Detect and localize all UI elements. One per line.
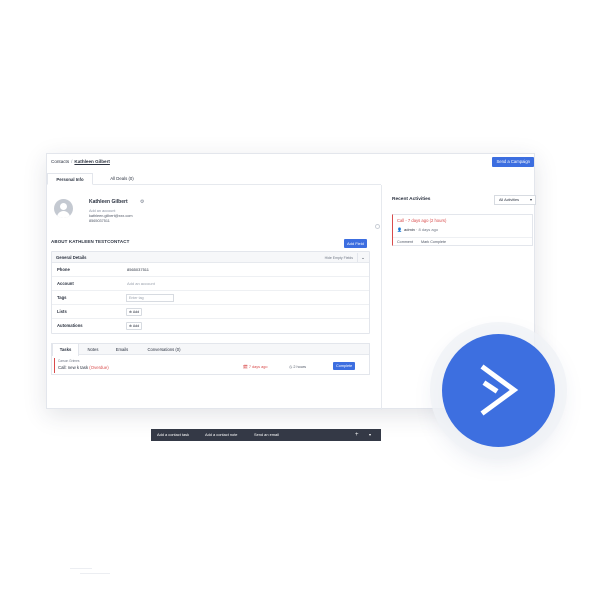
activity-user-name: admin (404, 227, 415, 232)
activity-filter-select[interactable]: All Activities ▾ (494, 195, 536, 205)
add-automation-button[interactable]: ⊕ Add (126, 322, 143, 330)
activity-time: · 8 days ago (416, 227, 439, 232)
field-label: Automations (57, 323, 83, 328)
contact-name: Kathleen Gilbert (89, 199, 128, 205)
mark-complete-action[interactable]: Mark Complete (421, 240, 446, 244)
quick-action-bar: Add a contact task Add a contact note Se… (151, 429, 381, 441)
general-details-title: General Details (56, 255, 87, 260)
tab-tasks[interactable]: Tasks (52, 344, 79, 356)
add-automation-label: Add (132, 324, 140, 328)
task-due: 🗓 7 days ago (243, 364, 267, 369)
hide-empty-fields-toggle[interactable]: Hide Empty Fields (325, 256, 353, 260)
tasks-card: Tasks Notes Emails Conversations (0) Car… (51, 343, 370, 375)
field-label: Tags (57, 295, 67, 300)
breadcrumb-current: Kathleen Gilbert (74, 159, 110, 164)
contact-email[interactable]: kathleen.gilbert@xxx.com (89, 214, 133, 218)
plus-icon[interactable]: + (355, 429, 359, 441)
field-row-phone: Phone 8565037511 (52, 263, 369, 277)
complete-task-button[interactable]: Complete (333, 362, 356, 370)
chevron-down-icon[interactable]: ⌄ (357, 253, 368, 262)
task-duration: ◷ 2 hours (289, 364, 306, 369)
tab-personal-info[interactable]: Personal Info (47, 173, 93, 185)
chevron-down-icon: ▾ (529, 197, 532, 202)
send-email-button[interactable]: Send an email (254, 429, 279, 441)
add-contact-note-button[interactable]: Add a contact note (205, 429, 237, 441)
field-label: Account (57, 281, 74, 286)
add-contact-task-button[interactable]: Add a contact task (157, 429, 189, 441)
tab-conversations[interactable]: Conversations (0) (138, 344, 190, 355)
task-duration-text: 2 hours (293, 365, 307, 369)
left-panel: Kathleen Gilbert ⚙ Add an account kathle… (47, 185, 381, 441)
calendar-icon: 🗓 (243, 365, 248, 369)
user-icon: 👤 (397, 227, 402, 232)
task-title: Call: new k task (Overdue) (58, 365, 109, 370)
breadcrumb-separator: / (71, 159, 73, 164)
clock-icon: ◷ (289, 365, 293, 369)
breadcrumb-contacts-link[interactable]: Contacts (51, 159, 69, 164)
general-details-card: General Details Hide Empty Fields ⌄ Phon… (51, 251, 370, 334)
activity-tabs: Tasks Notes Emails Conversations (0) (52, 344, 369, 356)
task-due-text: 7 days ago (248, 365, 268, 369)
about-section-title: ABOUT KATHLEEN TESTCONTACT (51, 239, 130, 244)
field-label: Phone (57, 267, 70, 272)
task-overdue-badge: (Overdue) (89, 365, 109, 370)
add-list-label: Add (132, 310, 140, 314)
comment-action[interactable]: Comment (397, 240, 413, 244)
tab-all-deals[interactable]: All Deals (0) (99, 173, 145, 185)
field-row-automations: Automations ⊕ Add (52, 319, 369, 333)
contact-phone: 8565037511 (89, 219, 110, 223)
breadcrumb: Contacts / Kathleen Gilbert (51, 159, 110, 164)
gear-icon[interactable]: ⚙ (140, 199, 144, 205)
activecampaign-chevron-icon (442, 334, 555, 447)
field-label: Lists (57, 309, 67, 314)
timeline-dot (375, 224, 380, 229)
add-account-link[interactable]: Add an account (89, 209, 115, 213)
activity-user: admin · 8 days ago (404, 227, 438, 232)
contact-tabs: Personal Info All Deals (0) (47, 173, 381, 185)
phone-value[interactable]: 8565037511 (127, 267, 149, 272)
top-bar: Contacts / Kathleen Gilbert Send a Campaig… (47, 154, 536, 173)
tab-notes[interactable]: Notes (80, 344, 106, 355)
field-row-account: Account Add an account (52, 277, 369, 291)
account-placeholder[interactable]: Add an account (127, 281, 155, 286)
tab-emails[interactable]: Emails (108, 344, 136, 355)
activity-item[interactable]: Call - 7 days ago (2 hours) 👤 admin · 8 … (392, 214, 533, 246)
add-list-button[interactable]: ⊕ Add (126, 308, 143, 316)
activity-headline: Call - 7 days ago (2 hours) (397, 218, 447, 223)
recent-activities-title: Recent Activities (392, 197, 431, 202)
activity-actions: Comment Mark Complete (393, 237, 532, 246)
add-field-button[interactable]: Add Field (344, 239, 367, 248)
task-item[interactable]: Carson Grimes Call: new k task (Overdue)… (54, 358, 368, 373)
task-owner: Carson Grimes (58, 359, 80, 363)
chevron-down-icon[interactable]: ▾ (369, 429, 371, 441)
field-row-lists: Lists ⊕ Add (52, 305, 369, 319)
person-silhouette-icon (54, 199, 73, 218)
tag-input[interactable]: Enter tag (126, 294, 174, 302)
field-row-tags: Tags Enter tag (52, 291, 369, 305)
send-campaign-button[interactable]: Send a Campaign (492, 157, 534, 167)
general-details-header: General Details Hide Empty Fields ⌄ (52, 252, 369, 263)
decorative-marks (70, 568, 110, 576)
task-title-text: Call: new k task (58, 365, 89, 370)
activity-filter-value: All Activities (499, 198, 520, 202)
